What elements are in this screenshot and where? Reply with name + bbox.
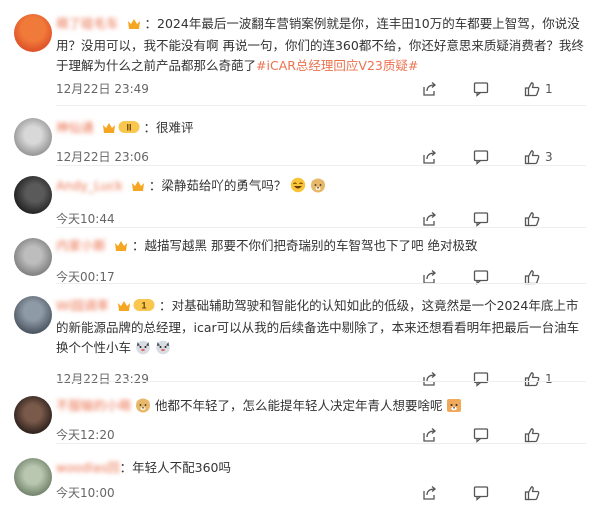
thumbs-up-icon (524, 81, 540, 97)
thumbs-up-icon (524, 427, 540, 443)
username[interactable]: 神仙通 (56, 118, 94, 138)
comment-text: 年轻人不配360吗 (132, 460, 231, 475)
comment-item: 内家小斯 ：越描写越黑 那要不你们把奇瑞别的车智驾也下了吧 绝对极致 今天00:… (0, 228, 600, 285)
comment-item: woodlas回：年轻人不配360吗 今天10:00 (0, 444, 600, 510)
avatar[interactable] (14, 176, 52, 214)
comment-button[interactable] (473, 427, 489, 443)
timestamp: 今天10:00 (56, 486, 115, 500)
crown-icon (131, 178, 145, 198)
thumbs-up-icon (524, 211, 540, 227)
timestamp: 今天10:44 (56, 212, 115, 226)
level-badge: II (118, 120, 140, 140)
level-badge: 1 (133, 298, 155, 318)
like-button[interactable] (524, 427, 545, 443)
share-icon (421, 211, 437, 227)
like-count: 3 (545, 150, 553, 164)
avatar[interactable] (14, 296, 52, 334)
username[interactable]: 萌了碰毛车 (56, 14, 119, 34)
share-button[interactable] (421, 211, 437, 227)
share-icon (421, 149, 437, 165)
comment-icon (473, 149, 489, 165)
comment-button[interactable] (473, 485, 489, 501)
like-button[interactable] (524, 485, 545, 501)
crown-icon (127, 16, 141, 36)
share-button[interactable] (421, 427, 437, 443)
crown-icon (114, 238, 128, 258)
crown-icon (102, 120, 116, 140)
doge-emoji (310, 177, 326, 199)
topic-link[interactable]: #iCAR总经理回应V23质疑# (256, 58, 418, 73)
timestamp: 12月22日 23:06 (56, 150, 149, 164)
comment-text: 很难评 (156, 120, 194, 135)
like-count: 1 (545, 82, 553, 96)
comment-icon (473, 485, 489, 501)
comment-text: 他都不年轻了，怎么能提年轻人决定年青人想要啥呢 (154, 398, 443, 413)
avatar[interactable] (14, 238, 52, 276)
share-button[interactable] (421, 149, 437, 165)
username[interactable]: Andy_Luck (56, 176, 123, 196)
comment-button[interactable] (473, 211, 489, 227)
comment-actions (421, 427, 586, 443)
laugh-emoji (290, 177, 306, 199)
timestamp: 今天12:20 (56, 428, 115, 442)
avatar[interactable] (14, 396, 52, 434)
share-button[interactable] (421, 485, 437, 501)
timestamp: 12月22日 23:49 (56, 82, 149, 96)
comment-item: Wi园调率 1 ：对基础辅助驾驶和智能化的认知如此的低级，这竟然是一个2024年底… (0, 284, 600, 387)
username[interactable]: Wi园调率 (56, 296, 109, 316)
comment-item: 萌了碰毛车 ：2024年最后一波翻车营销案例就是你，连丰田10万的车都要上智驾，… (0, 0, 600, 108)
comment-icon (473, 211, 489, 227)
svg-text:1: 1 (142, 301, 147, 311)
like-button[interactable]: 3 (524, 149, 553, 165)
thumbs-up-icon (524, 149, 540, 165)
share-icon (421, 427, 437, 443)
cat-emoji (155, 339, 171, 361)
comment-item: 不服输的小萌 他都不年轻了，怎么能提年轻人决定年青人想要啥呢 今天12:20 (0, 382, 600, 444)
shiba-emoji (446, 397, 462, 419)
comment-actions: 3 (421, 149, 586, 165)
username[interactable]: 内家小斯 (56, 236, 106, 256)
comment-button[interactable] (473, 81, 489, 97)
comment-icon (473, 81, 489, 97)
comment-icon (473, 427, 489, 443)
thumbs-up-icon (524, 485, 540, 501)
comment-feed: 萌了碰毛车 ：2024年最后一波翻车营销案例就是你，连丰田10万的车都要上智驾，… (0, 0, 600, 510)
comment-button[interactable] (473, 149, 489, 165)
cat-emoji (135, 339, 151, 361)
avatar[interactable] (14, 118, 52, 156)
comment-item: 神仙通 II ：很难评 12月22日 23:06 3 (0, 108, 600, 166)
username[interactable]: 不服输的小萌 (56, 396, 131, 416)
share-button[interactable] (421, 81, 437, 97)
comment-item: Andy_Luck ：梁静茹给吖的勇气吗？ 今天10:44 (0, 166, 600, 228)
svg-text:II: II (126, 123, 131, 133)
like-button[interactable] (524, 211, 545, 227)
share-icon (421, 81, 437, 97)
share-icon (421, 485, 437, 501)
like-button[interactable]: 1 (524, 81, 553, 97)
comment-text: 越描写越黑 那要不你们把奇瑞别的车智驾也下了吧 绝对极致 (144, 238, 478, 253)
username[interactable]: woodlas回 (56, 458, 120, 478)
comment-actions (421, 485, 586, 501)
divider (56, 105, 586, 106)
avatar[interactable] (14, 14, 52, 52)
comment-actions: 1 (421, 81, 586, 97)
comment-actions (421, 211, 586, 227)
avatar[interactable] (14, 458, 52, 496)
crown-icon (117, 298, 131, 318)
doge-emoji (135, 397, 151, 419)
comment-text: 梁静茹给吖的勇气吗？ (161, 178, 287, 193)
